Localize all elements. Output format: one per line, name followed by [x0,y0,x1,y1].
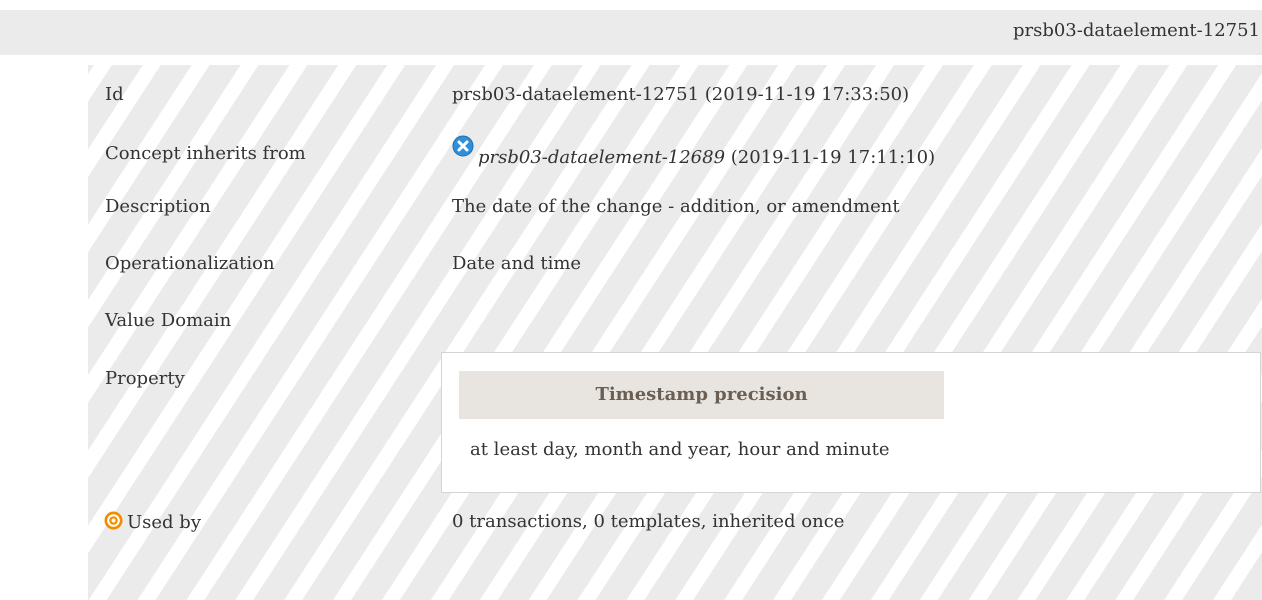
description-value: The date of the change - addition, or am… [452,196,900,217]
property-box: Timestamp precision at least day, month … [441,352,1261,493]
value-domain-label: Value Domain [105,310,232,331]
property-value: at least day, month and year, hour and m… [470,439,890,460]
inherits-timestamp: (2019-11-19 17:11:10) [725,147,936,168]
id-value: prsb03-dataelement-12751 (2019-11-19 17:… [452,84,910,105]
page-header: prsb03-dataelement-12751 [0,10,1262,55]
property-header: Timestamp precision [459,371,944,419]
concept-inherits-label: Concept inherits from [105,143,306,164]
x-circle-icon[interactable] [452,135,474,157]
operationalization-label: Operationalization [105,253,275,274]
property-label: Property [105,368,185,389]
target-icon[interactable] [104,511,123,530]
operationalization-value: Date and time [452,253,582,274]
concept-details-panel: Id prsb03-dataelement-12751 (2019-11-19 … [88,65,1262,600]
description-label: Description [105,196,211,217]
used-by-value: 0 transactions, 0 templates, inherited o… [452,511,845,532]
inherits-link[interactable]: prsb03-dataelement-12689 [478,147,725,168]
id-label: Id [105,84,124,105]
page-title: prsb03-dataelement-12751 [1012,20,1260,41]
used-by-label: Used by [127,512,201,533]
